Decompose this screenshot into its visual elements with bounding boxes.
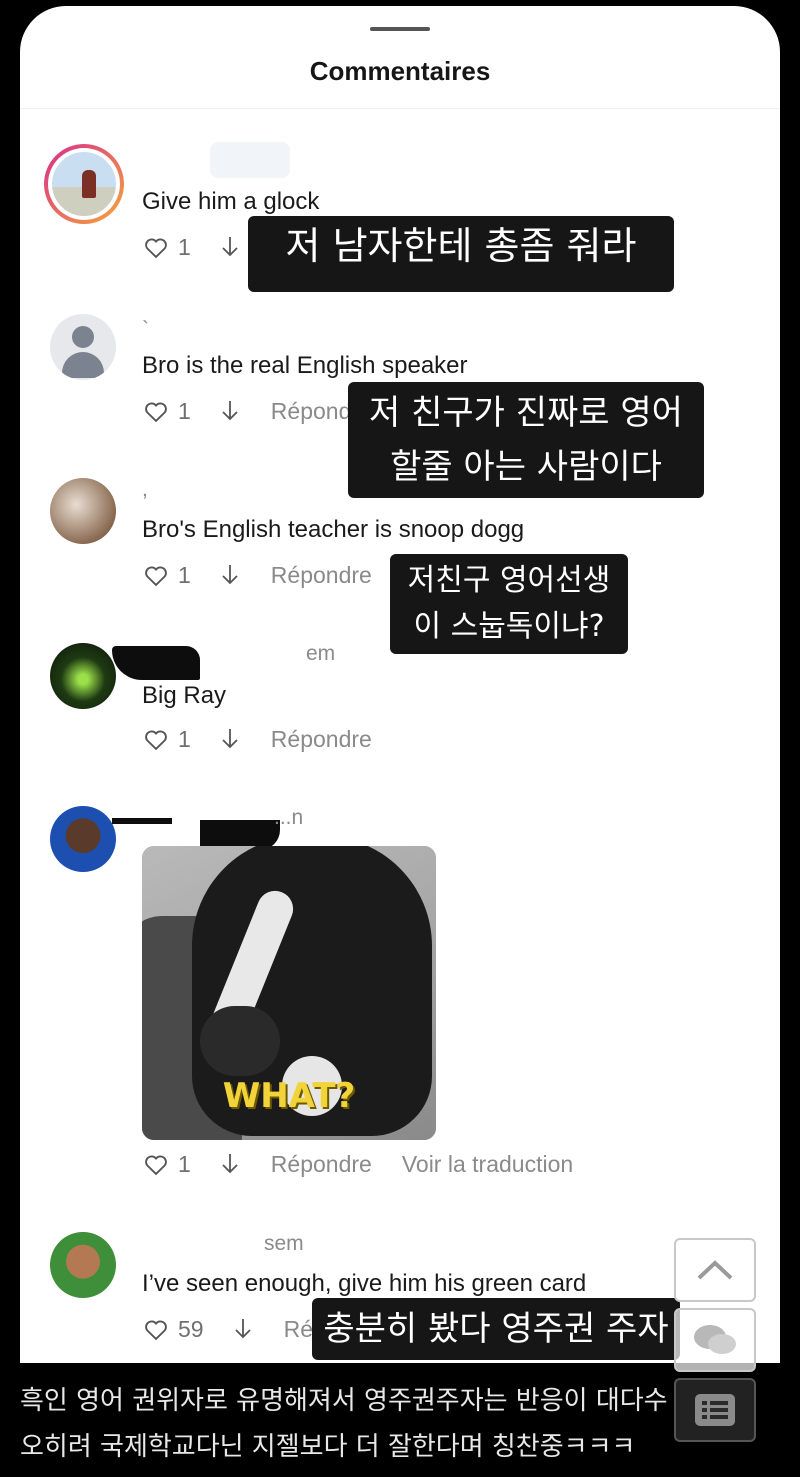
like-count: 59: [178, 1315, 204, 1342]
comment-actions: 1 Répondre: [142, 396, 372, 426]
like-count: 1: [178, 233, 191, 260]
username[interactable]: ...n: [274, 806, 303, 830]
heart-icon[interactable]: [142, 561, 170, 589]
scroll-top-button[interactable]: [674, 1238, 756, 1302]
arrow-down-icon[interactable]: [219, 1150, 241, 1178]
redacted-username: [112, 646, 200, 680]
username[interactable]: em: [306, 642, 335, 666]
arrow-down-icon[interactable]: [219, 561, 241, 589]
subtitle-caption: 저친구 영어선생이 스눕독이냐?: [390, 554, 628, 654]
avatar[interactable]: [44, 144, 124, 224]
reply-button[interactable]: Répondre: [271, 726, 372, 753]
comment-actions: 1: [142, 232, 241, 262]
reply-button[interactable]: Répondre: [271, 1151, 372, 1178]
comment-text: Bro is the real English speaker: [142, 352, 468, 379]
arrow-down-icon[interactable]: [219, 233, 241, 261]
username[interactable]: sem: [264, 1232, 304, 1256]
username[interactable]: ,: [142, 478, 148, 502]
chevron-up-icon: [697, 1260, 733, 1280]
comment-text: I’ve seen enough, give him his green car…: [142, 1270, 587, 1297]
gif-caption: WHAT?: [222, 1076, 356, 1116]
avatar[interactable]: [50, 1232, 116, 1298]
comments-button[interactable]: [674, 1308, 756, 1372]
comment-actions: 1 Répondre: [142, 560, 372, 590]
comment-text: Big Ray: [142, 682, 227, 709]
arrow-down-icon[interactable]: [232, 1315, 254, 1343]
subtitle-caption: 저 남자한테 총좀 줘라: [248, 216, 674, 292]
username[interactable]: `: [142, 318, 149, 342]
subtitle-caption: 충분히 봤다 영주권 주자: [312, 1298, 680, 1360]
divider: [20, 108, 780, 109]
avatar[interactable]: [50, 643, 116, 709]
comment-text: Bro's English teacher is snoop dogg: [142, 516, 525, 543]
translate-link[interactable]: Voir la traduction: [402, 1151, 573, 1178]
heart-icon[interactable]: [142, 725, 170, 753]
comment-text: Give him a glock: [142, 188, 320, 215]
like-count: 1: [178, 561, 191, 588]
redacted-username: [112, 818, 172, 824]
comments-sheet: Commentaires Give him a glock 1 저 남자한테 총…: [20, 6, 780, 1363]
gif-image[interactable]: WHAT?: [142, 846, 436, 1140]
heart-icon[interactable]: [142, 397, 170, 425]
list-button[interactable]: [674, 1378, 756, 1442]
comment-actions: 1 Répondre: [142, 724, 372, 754]
avatar[interactable]: [50, 478, 116, 544]
redacted-username: [210, 142, 290, 178]
comment-actions: 1 Répondre Voir la traduction: [142, 1149, 573, 1179]
avatar[interactable]: [50, 314, 116, 380]
comment-actions: 59 Ré: [142, 1314, 313, 1344]
chat-bubbles-icon: [694, 1325, 736, 1354]
post-text-line: 흑인 영어 권위자로 유명해져서 영주권주자는 반응이 대다수: [20, 1386, 668, 1416]
arrow-down-icon[interactable]: [219, 725, 241, 753]
like-count: 1: [178, 725, 191, 752]
reply-button[interactable]: Répondre: [271, 562, 372, 589]
subtitle-caption: 저 친구가 진짜로 영어할줄 아는 사람이다: [348, 382, 704, 498]
drag-handle[interactable]: [370, 27, 430, 31]
arrow-down-icon[interactable]: [219, 397, 241, 425]
heart-icon[interactable]: [142, 1150, 170, 1178]
like-count: 1: [178, 1150, 191, 1177]
post-text-line: 오히려 국제학교다닌 지젤보다 더 잘한다며 칭찬중ㅋㅋㅋ: [20, 1432, 636, 1462]
list-icon: [695, 1394, 735, 1426]
like-count: 1: [178, 397, 191, 424]
heart-icon[interactable]: [142, 1315, 170, 1343]
avatar[interactable]: [50, 806, 116, 872]
sheet-title: Commentaires: [309, 56, 491, 86]
heart-icon[interactable]: [142, 233, 170, 261]
reply-button[interactable]: Ré: [284, 1316, 313, 1343]
